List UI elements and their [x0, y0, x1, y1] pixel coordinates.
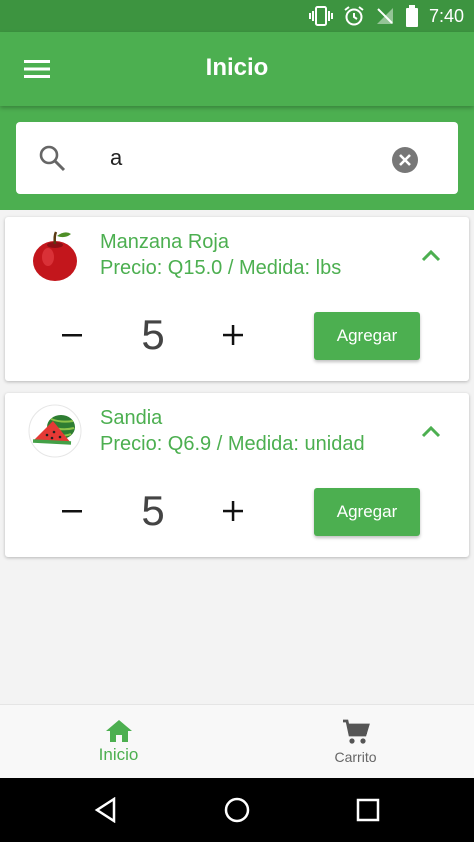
collapse-button[interactable] [418, 243, 444, 269]
no-signal-icon [376, 8, 393, 24]
nav-label-carrito: Carrito [334, 749, 377, 765]
minus-icon [62, 510, 82, 513]
product-card: Manzana Roja Precio: Q15.0 / Medida: lbs… [5, 217, 469, 381]
system-navigation-bar [0, 778, 474, 842]
back-button[interactable] [92, 796, 120, 824]
decrease-quantity-button[interactable] [60, 496, 84, 526]
clear-icon [392, 147, 418, 173]
search-input[interactable] [110, 140, 390, 176]
back-icon [94, 797, 116, 823]
product-card: Sandia Precio: Q6.9 / Medida: unidad 5 A… [5, 393, 469, 557]
increase-quantity-button[interactable] [221, 320, 245, 350]
clear-search-button[interactable] [391, 146, 419, 174]
quantity-value: 5 [141, 311, 165, 358]
apple-image [33, 231, 77, 281]
alarm-icon [344, 6, 364, 26]
collapse-button[interactable] [418, 419, 444, 445]
product-price-info: Precio: Q15.0 / Medida: lbs [100, 257, 342, 279]
plus-icon [223, 325, 243, 345]
status-bar: 7:40 [0, 0, 474, 32]
bottom-navigation: Inicio Carrito [0, 704, 474, 778]
nav-item-carrito[interactable]: Carrito [237, 705, 474, 779]
vibrate-icon [308, 6, 333, 26]
increase-quantity-button[interactable] [221, 496, 245, 526]
quantity-value: 5 [141, 487, 165, 534]
status-time: 7:40 [428, 5, 464, 26]
home-icon [105, 720, 132, 742]
product-name: Sandia [100, 407, 163, 429]
home-button[interactable] [223, 796, 251, 824]
app-bar: Inicio [0, 32, 474, 106]
add-to-cart-button[interactable]: Agregar [314, 312, 420, 360]
chevron-up-icon [421, 250, 441, 262]
plus-icon [223, 501, 243, 521]
search-icon [39, 145, 66, 172]
product-price-info: Precio: Q6.9 / Medida: unidad [100, 433, 365, 455]
battery-icon [405, 5, 418, 27]
add-to-cart-button[interactable]: Agregar [314, 488, 420, 536]
home-circle-icon [224, 797, 250, 823]
recents-button[interactable] [354, 796, 382, 824]
product-name: Manzana Roja [100, 231, 229, 253]
decrease-quantity-button[interactable] [60, 320, 84, 350]
chevron-up-icon [421, 426, 441, 438]
recents-icon [356, 798, 380, 822]
nav-item-inicio[interactable]: Inicio [0, 705, 237, 779]
search-area [0, 106, 474, 210]
watermelon-image [28, 404, 82, 458]
search-box [16, 122, 458, 194]
nav-label-inicio: Inicio [98, 745, 139, 764]
page-title: Inicio [205, 54, 269, 81]
cart-icon [342, 719, 370, 744]
minus-icon [62, 334, 82, 337]
